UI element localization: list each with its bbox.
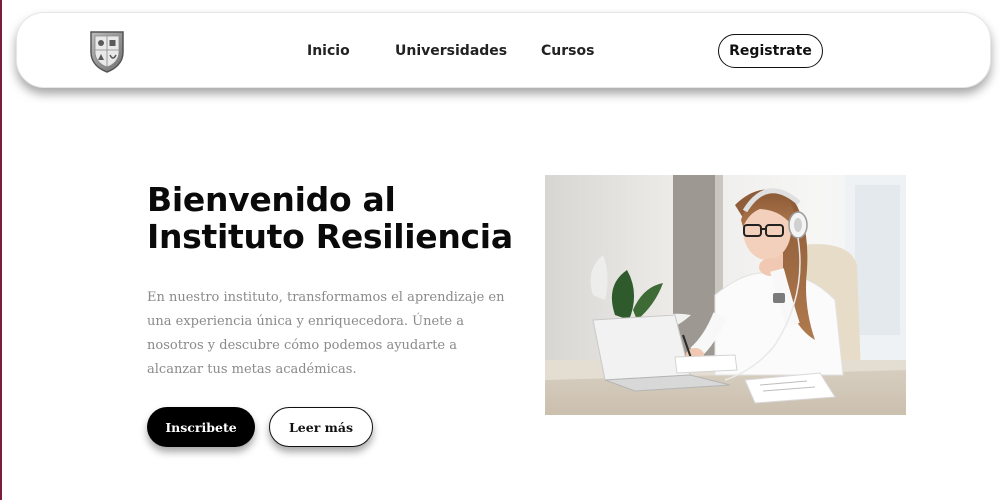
read-more-button-label: Leer más (289, 419, 353, 435)
read-more-button[interactable]: Leer más (269, 407, 373, 447)
register-button-label: Registrate (729, 43, 812, 59)
nav-link-cursos[interactable]: Cursos (541, 43, 594, 59)
hero-description: En nuestro instituto, transformamos el a… (147, 290, 505, 377)
shield-crest-icon[interactable] (87, 28, 127, 74)
hero-title: Bienvenido al Instituto Resiliencia (147, 181, 527, 255)
hero-title-line-1: Bienvenido al (147, 180, 396, 219)
hero-title-line-2: Instituto Resiliencia (147, 217, 513, 256)
enroll-button[interactable]: Inscribete (147, 407, 255, 447)
student-studying-photo (545, 175, 906, 415)
enroll-button-label: Inscribete (165, 419, 237, 435)
nav-link-inicio[interactable]: Inicio (307, 43, 350, 59)
nav-link-universidades[interactable]: Universidades (395, 43, 507, 59)
top-navbar: Inicio Universidades Cursos Registrate (16, 12, 991, 88)
register-button[interactable]: Registrate (718, 34, 823, 68)
